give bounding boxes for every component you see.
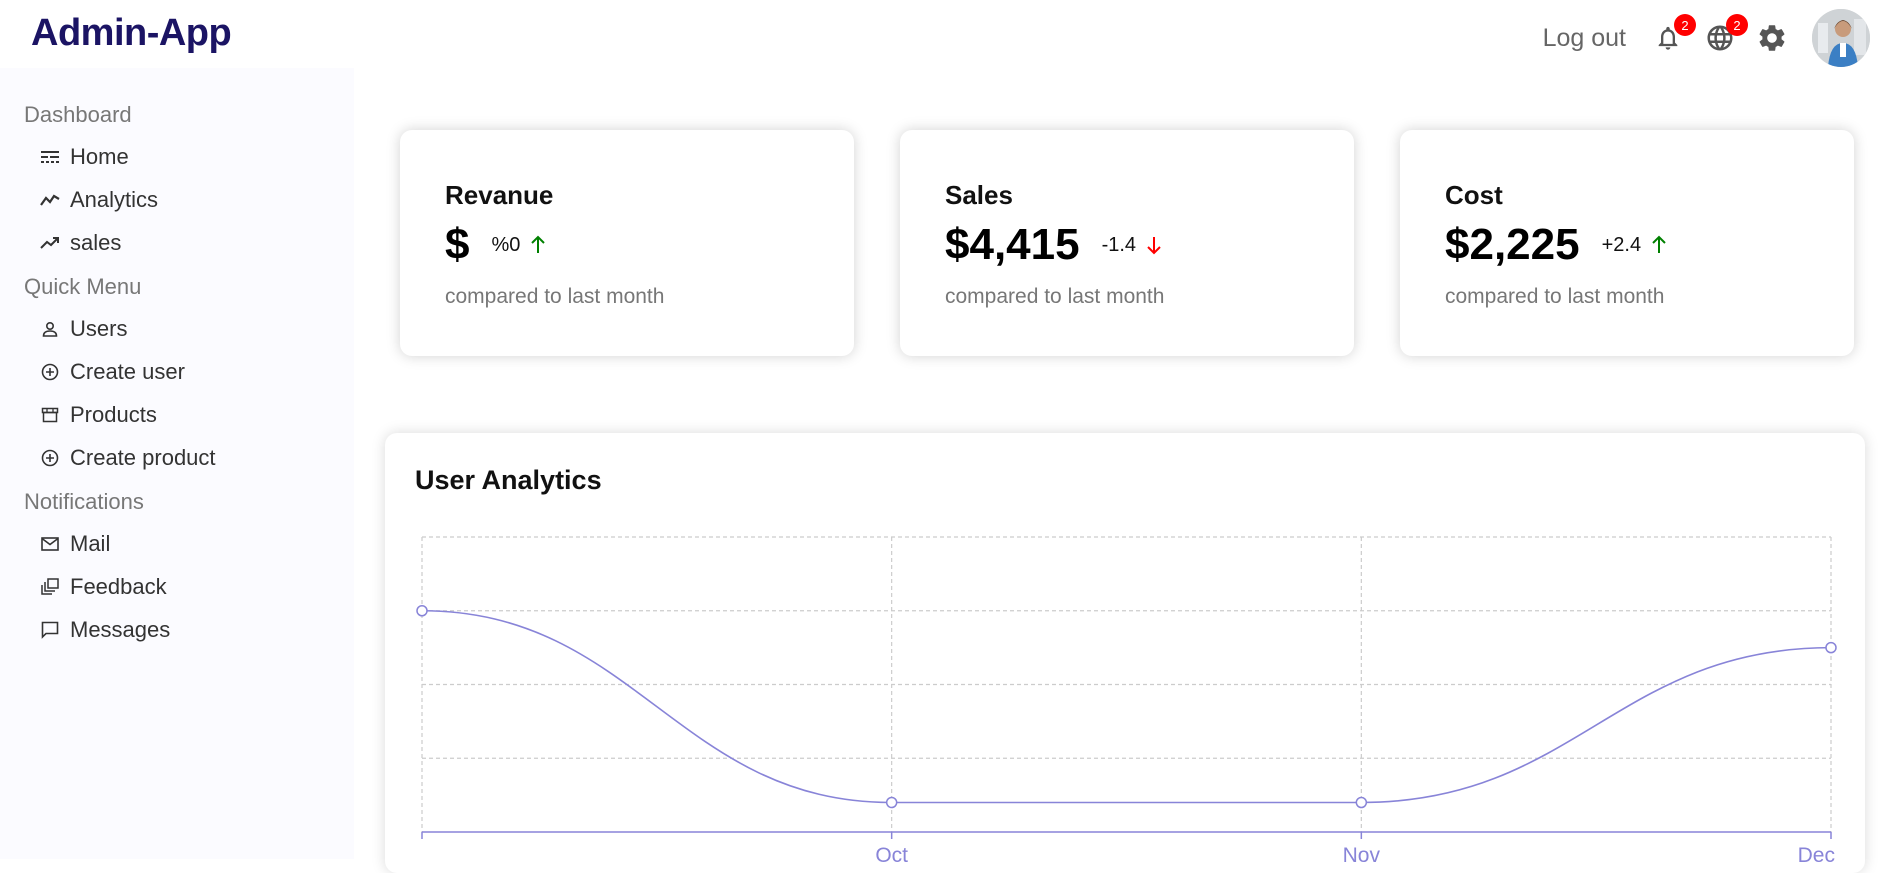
sidebar-item-label: Users bbox=[70, 316, 128, 341]
arrow-up-icon bbox=[1652, 235, 1666, 253]
gear-icon bbox=[1759, 25, 1785, 51]
trending-up-icon bbox=[40, 233, 60, 253]
line-style-icon bbox=[40, 147, 60, 167]
store-icon bbox=[40, 405, 60, 425]
sidebar-item-feedback[interactable]: Feedback bbox=[40, 574, 167, 600]
data-point bbox=[885, 796, 898, 809]
sidebar-item-label: Messages bbox=[70, 617, 171, 642]
dynamic-feed-icon bbox=[40, 577, 60, 597]
sidebar-section-quick-menu: Quick Menu bbox=[24, 274, 142, 299]
add-circle-icon bbox=[40, 362, 60, 382]
user-photo-icon bbox=[1812, 9, 1870, 67]
card-money: $ bbox=[445, 220, 470, 269]
language-badge: 2 bbox=[1726, 14, 1748, 36]
notifications-badge: 2 bbox=[1674, 14, 1696, 36]
sidebar-item-label: Products bbox=[70, 402, 157, 427]
sidebar-item-label: Home bbox=[70, 144, 129, 169]
top-bar: Admin-App Log out 2 2 bbox=[0, 0, 1888, 68]
x-tick-label: Dec bbox=[1798, 844, 1835, 867]
user-analytics-chart: Oct Nov Dec bbox=[416, 536, 1837, 867]
card-title: Revanue bbox=[445, 180, 554, 210]
card-money-row: $4,415 -1.4 bbox=[945, 220, 1162, 270]
x-tick-label: Nov bbox=[1343, 844, 1381, 867]
notifications-button[interactable]: 2 bbox=[1650, 14, 1696, 56]
sidebar-item-label: sales bbox=[70, 230, 122, 255]
sidebar-item-home[interactable]: Home bbox=[40, 144, 129, 170]
card-money: $4,415 bbox=[945, 220, 1080, 269]
sidebar-item-label: Create product bbox=[70, 445, 216, 470]
card-money: $2,225 bbox=[1445, 220, 1580, 269]
sidebar-item-label: Analytics bbox=[70, 187, 159, 212]
sidebar-item-analytics[interactable]: Analytics bbox=[40, 187, 158, 213]
cost-card: Cost $2,225 +2.4 compared to last month bbox=[1400, 130, 1854, 356]
language-button[interactable]: 2 bbox=[1702, 14, 1748, 56]
sales-card: Sales $4,415 -1.4 compared to last month bbox=[900, 130, 1354, 356]
user-analytics-panel: User Analytics Oct Nov Dec bbox=[385, 433, 1865, 873]
logout-link[interactable]: Log out bbox=[1543, 24, 1626, 53]
card-rate: +2.4 bbox=[1601, 233, 1642, 256]
timeline-icon bbox=[40, 190, 60, 210]
avatar[interactable] bbox=[1812, 9, 1870, 67]
revenue-card: Revanue $ %0 compared to last month bbox=[400, 130, 854, 356]
sidebar: Dashboard Home Analytics sales Quick Men… bbox=[0, 68, 354, 859]
chat-bubble-icon bbox=[40, 620, 60, 640]
data-point bbox=[416, 605, 428, 617]
sidebar-item-label: Create user bbox=[70, 359, 185, 384]
person-icon bbox=[40, 319, 60, 339]
card-rate: -1.4 bbox=[1101, 233, 1137, 256]
sidebar-section-dashboard: Dashboard bbox=[24, 102, 132, 127]
sidebar-item-sales[interactable]: sales bbox=[40, 230, 121, 256]
series-line bbox=[421, 609, 1832, 804]
data-point bbox=[1825, 641, 1837, 654]
card-title: Cost bbox=[1445, 180, 1503, 210]
sidebar-item-messages[interactable]: Messages bbox=[40, 617, 170, 643]
card-subtitle: compared to last month bbox=[1445, 285, 1665, 308]
settings-button[interactable] bbox=[1754, 20, 1790, 56]
arrow-up-icon bbox=[531, 235, 546, 253]
sidebar-section-notifications: Notifications bbox=[24, 489, 144, 514]
sidebar-item-users[interactable]: Users bbox=[40, 316, 127, 342]
add-circle-icon bbox=[40, 448, 60, 468]
top-bar-actions: Log out 2 2 bbox=[1543, 8, 1870, 68]
sidebar-item-create-product[interactable]: Create product bbox=[40, 445, 216, 471]
sidebar-item-label: Feedback bbox=[70, 574, 167, 599]
card-subtitle: compared to last month bbox=[445, 285, 665, 308]
x-tick-label: Oct bbox=[875, 844, 908, 867]
card-money-row: $2,225 +2.4 bbox=[1445, 220, 1667, 270]
card-rate: %0 bbox=[491, 233, 521, 256]
card-money-row: $ %0 bbox=[445, 220, 546, 270]
sidebar-item-create-user[interactable]: Create user bbox=[40, 359, 185, 385]
app-logo[interactable]: Admin-App bbox=[31, 12, 232, 55]
card-subtitle: compared to last month bbox=[945, 285, 1165, 308]
mail-icon bbox=[40, 534, 60, 554]
arrow-down-icon bbox=[1147, 237, 1161, 255]
sidebar-item-products[interactable]: Products bbox=[40, 402, 157, 428]
sidebar-item-label: Mail bbox=[70, 531, 111, 556]
sidebar-item-mail[interactable]: Mail bbox=[40, 531, 110, 557]
card-title: Sales bbox=[945, 180, 1013, 210]
data-point bbox=[1355, 796, 1368, 809]
